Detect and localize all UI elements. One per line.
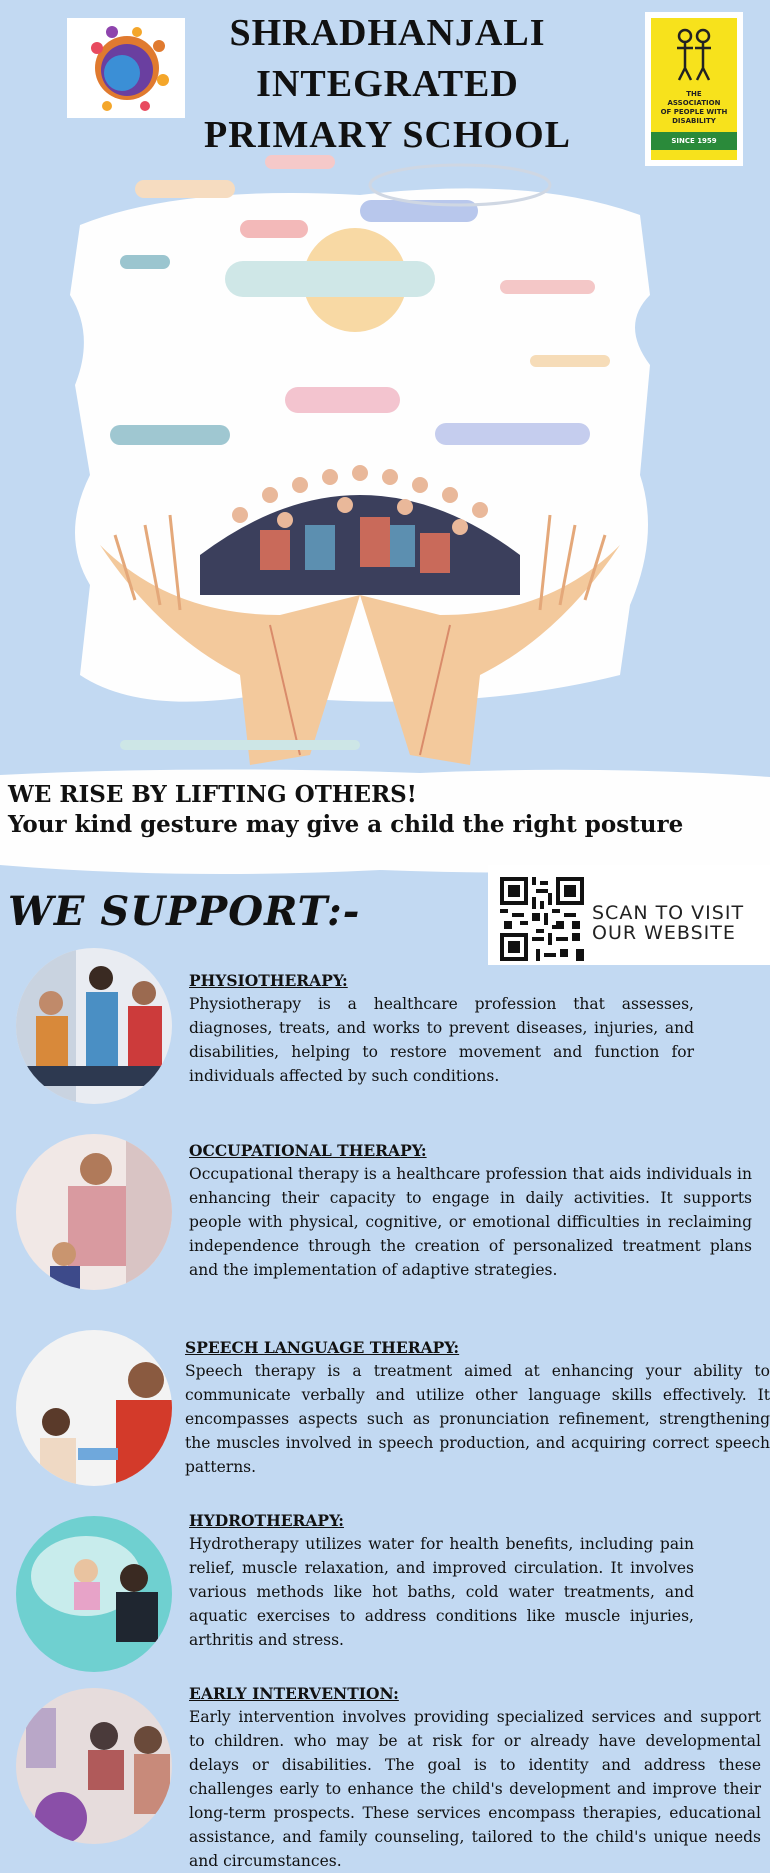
qr-code-card[interactable]: SCAN TO VISIT OUR WEBSITE (488, 865, 770, 965)
early-intervention-photo (16, 1688, 172, 1844)
tagline-line-1: WE RISE BY LIFTING OTHERS! (8, 781, 417, 808)
partner-logo: THE ASSOCIATION OF PEOPLE WITH DISABILIT… (645, 12, 743, 166)
service-title: PHYSIOTHERAPY: (189, 971, 348, 990)
partner-logo-text: THE ASSOCIATION OF PEOPLE WITH DISABILIT… (660, 90, 728, 125)
title-line-3: PRIMARY SCHOOL (204, 114, 571, 156)
service-speech-language-therapy: SPEECH LANGUAGE THERAPY: Speech therapy … (185, 1337, 770, 1479)
service-occupational-therapy: OCCUPATIONAL THERAPY: Occupational thera… (189, 1140, 752, 1282)
physiotherapy-photo (16, 948, 172, 1104)
people-figures-icon (677, 28, 711, 81)
colorful-people-globe-icon (91, 26, 169, 111)
service-title: SPEECH LANGUAGE THERAPY: (185, 1338, 460, 1357)
service-hydrotherapy: HYDROTHERAPY: Hydrotherapy utilizes wate… (189, 1510, 694, 1652)
service-description: Occupational therapy is a healthcare pro… (189, 1165, 752, 1279)
school-logo (67, 18, 185, 118)
service-physiotherapy: PHYSIOTHERAPY: Physiotherapy is a health… (189, 970, 694, 1088)
title-line-2: INTEGRATED (256, 63, 519, 105)
tagline: WE RISE BY LIFTING OTHERS! Your kind ges… (8, 780, 683, 840)
service-title: EARLY INTERVENTION: (189, 1684, 399, 1703)
service-description: Physiotherapy is a healthcare profession… (189, 995, 694, 1085)
service-early-intervention: EARLY INTERVENTION: Early intervention i… (189, 1683, 761, 1873)
qr-code-icon[interactable] (500, 877, 584, 961)
title-line-1: SHRADHANJALI (229, 12, 546, 54)
school-title: SHRADHANJALI INTEGRATED PRIMARY SCHOOL (190, 8, 585, 161)
qr-caption: SCAN TO VISIT OUR WEBSITE (592, 902, 745, 944)
partner-since: SINCE 1959 (651, 132, 737, 150)
service-description: Speech therapy is a treatment aimed at e… (185, 1362, 770, 1476)
we-support-heading: WE SUPPORT:- (8, 888, 361, 935)
service-description: Hydrotherapy utilizes water for health b… (189, 1535, 694, 1649)
hands-lifting-crowd-illustration (60, 155, 660, 765)
tagline-line-2: Your kind gesture may give a child the r… (8, 811, 684, 838)
speech-therapy-photo (16, 1330, 172, 1486)
service-title: OCCUPATIONAL THERAPY: (189, 1141, 427, 1160)
service-title: HYDROTHERAPY: (189, 1511, 344, 1530)
hydrotherapy-photo (16, 1516, 172, 1672)
occupational-therapy-photo (16, 1134, 172, 1290)
